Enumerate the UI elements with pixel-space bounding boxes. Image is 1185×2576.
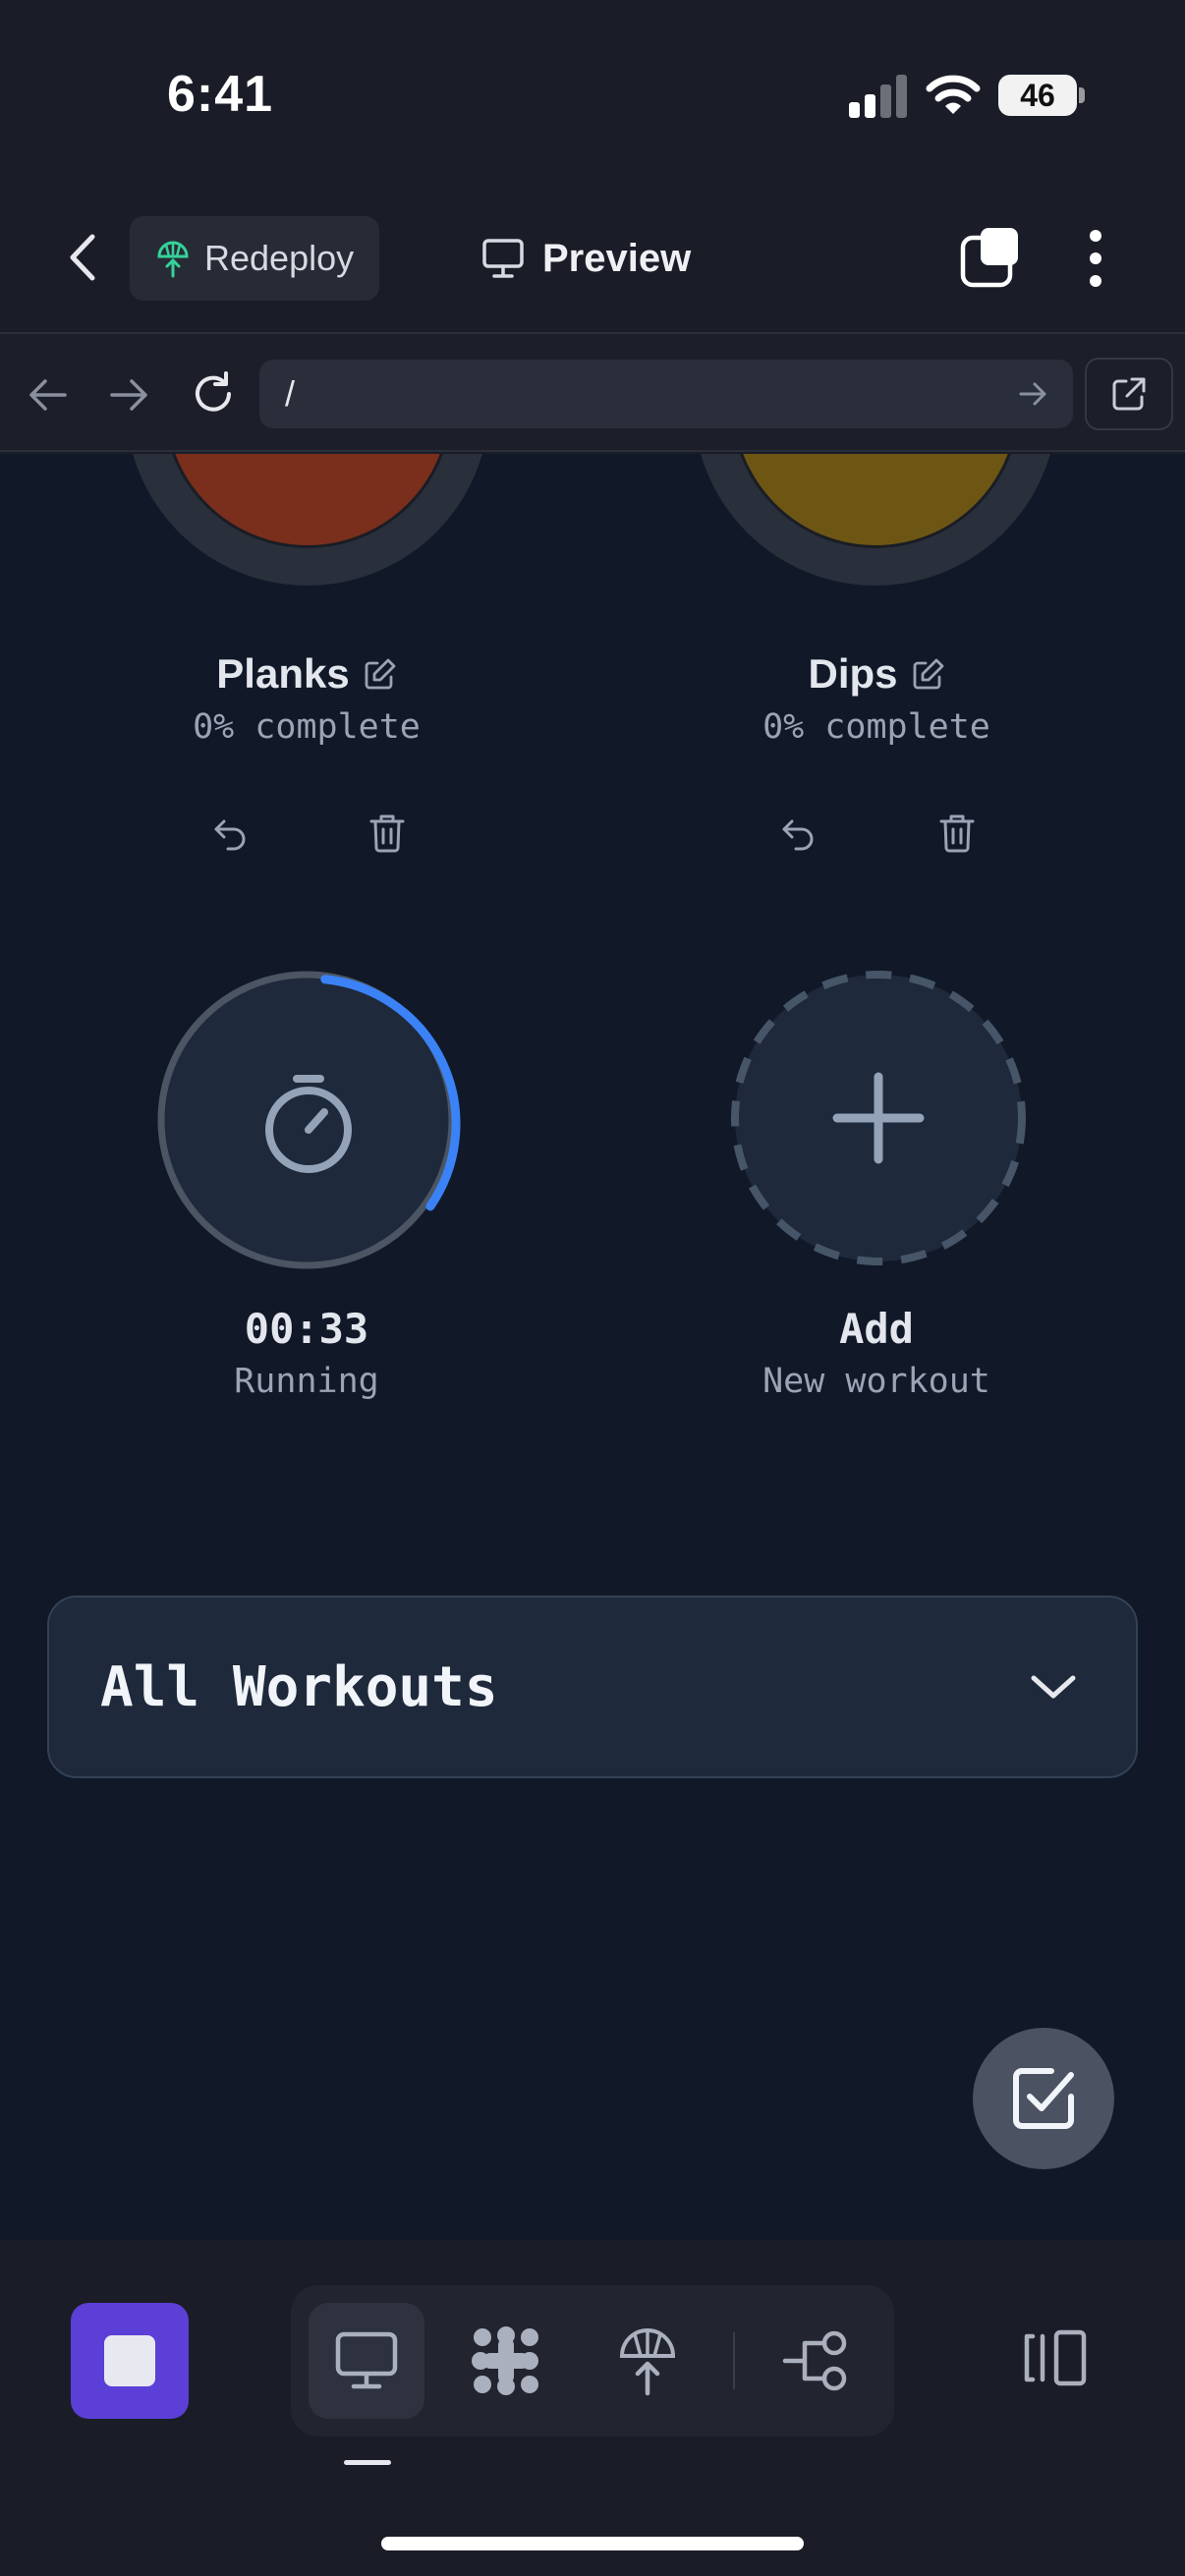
undo-icon: [214, 819, 246, 851]
add-subtitle: New workout: [762, 1362, 990, 1401]
network-dots-icon: [472, 2326, 538, 2395]
deploy-icon: [619, 2328, 676, 2396]
panels-button[interactable]: [1006, 2309, 1104, 2407]
more-options-icon[interactable]: [1066, 224, 1125, 293]
delete-button-planks[interactable]: [358, 804, 417, 863]
workflow-icon: [782, 2330, 847, 2391]
monitor-icon: [335, 2331, 398, 2389]
edit-icon[interactable]: [364, 657, 397, 691]
workout-progress-dips: 0% complete: [762, 707, 990, 747]
tool-deploy-button[interactable]: [590, 2303, 705, 2419]
stop-button[interactable]: [71, 2303, 189, 2419]
preview-content: Planks 0% complete Dips 0% complete 00:3…: [0, 454, 1185, 2240]
tool-divider: [733, 2332, 735, 2389]
active-tool-indicator: [344, 2460, 391, 2465]
workout-ring-dips[interactable]: [694, 454, 1057, 586]
open-external-button[interactable]: [1085, 358, 1173, 430]
timer-button[interactable]: [157, 969, 468, 1279]
url-text: /: [285, 373, 296, 414]
workout-title-dips: Dips: [680, 650, 1073, 698]
url-input[interactable]: /: [259, 360, 1073, 428]
workout-name: Dips: [808, 650, 898, 697]
workout-title-planks: Planks: [110, 650, 503, 698]
redeploy-label: Redeploy: [204, 238, 355, 278]
chevron-down-icon: [1031, 1675, 1076, 1699]
status-time: 6:41: [167, 66, 274, 123]
copy-windows-button[interactable]: [959, 224, 1024, 293]
go-arrow-icon[interactable]: [1018, 379, 1049, 409]
chevron-left-icon: [70, 234, 95, 281]
all-workouts-label: All Workouts: [100, 1654, 498, 1719]
workout-progress-planks: 0% complete: [193, 707, 421, 747]
all-workouts-accordion[interactable]: All Workouts: [47, 1596, 1138, 1778]
undo-icon: [782, 819, 814, 851]
deploy-icon: [157, 241, 189, 278]
home-indicator: [381, 2537, 804, 2550]
browser-forward-icon[interactable]: [108, 375, 151, 415]
external-link-icon: [1112, 377, 1146, 411]
trash-icon: [369, 814, 405, 853]
add-workout-button[interactable]: [729, 969, 1028, 1267]
add-title: Add: [839, 1305, 914, 1353]
workout-ring-fill: [163, 454, 452, 548]
workout-ring-planks[interactable]: [126, 454, 489, 586]
stop-icon: [104, 2335, 155, 2386]
tasks-fab[interactable]: [973, 2028, 1114, 2169]
back-button[interactable]: [51, 218, 114, 297]
monitor-icon: [482, 239, 524, 278]
delete-button-dips[interactable]: [928, 804, 987, 863]
wifi-icon: [926, 75, 981, 114]
workout-ring-fill: [731, 454, 1020, 548]
undo-button-planks[interactable]: [200, 804, 259, 863]
timer-time: 00:33: [244, 1305, 369, 1353]
cellular-signal-icon: [849, 75, 908, 118]
timer-status: Running: [234, 1362, 379, 1401]
trash-icon: [939, 814, 975, 853]
edit-icon[interactable]: [912, 657, 945, 691]
redeploy-button[interactable]: Redeploy: [130, 216, 379, 301]
tool-workflow-button[interactable]: [759, 2303, 875, 2419]
checkbox-icon: [1013, 2068, 1074, 2129]
battery-indicator: 46: [998, 75, 1077, 116]
undo-button-dips[interactable]: [768, 804, 827, 863]
reload-icon[interactable]: [189, 369, 238, 419]
preview-label: Preview: [542, 236, 692, 280]
browser-back-icon[interactable]: [26, 375, 69, 415]
tool-graph-button[interactable]: [448, 2303, 564, 2419]
split-panel-icon: [1024, 2329, 1087, 2386]
bottom-tool-group: [291, 2285, 894, 2436]
workout-name: Planks: [216, 650, 350, 697]
tool-preview-button[interactable]: [309, 2303, 424, 2419]
preview-title: Preview: [481, 224, 691, 293]
battery-nub: [1079, 87, 1085, 103]
